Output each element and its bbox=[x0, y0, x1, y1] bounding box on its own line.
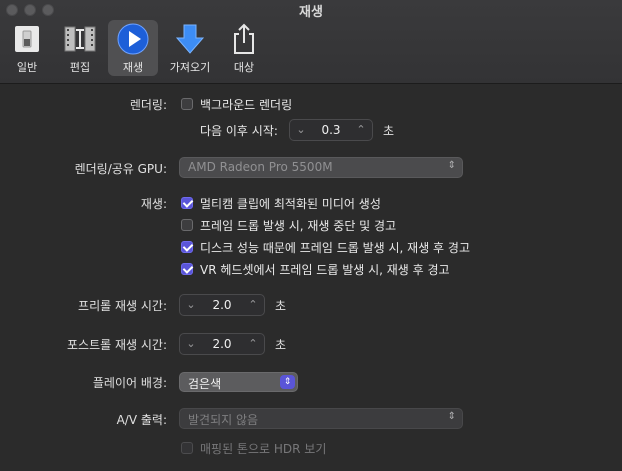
disk-drop-warn-checkbox[interactable] bbox=[181, 241, 193, 253]
increment-chevron-icon[interactable]: ⌃ bbox=[351, 120, 371, 140]
start-after-stepper[interactable]: ⌄ 0.3 ⌃ bbox=[289, 119, 373, 141]
increment-chevron-icon[interactable]: ⌃ bbox=[243, 334, 263, 354]
toolbar-destinations[interactable]: 대상 bbox=[219, 20, 269, 76]
postroll-stepper[interactable]: ⌄ 2.0 ⌃ bbox=[179, 333, 265, 355]
toolbar-destinations-label: 대상 bbox=[233, 61, 255, 74]
title-bar: 재생 일반 편집 재생 가져오기 대상 bbox=[0, 0, 622, 84]
preroll-value[interactable]: 2.0 bbox=[202, 295, 242, 315]
background-render-label: 백그라운드 렌더링 bbox=[200, 98, 293, 112]
share-icon bbox=[219, 22, 269, 58]
gpu-value: AMD Radeon Pro 5500M bbox=[188, 160, 333, 174]
av-output-popup[interactable]: 발견되지 않음 ⇕ bbox=[179, 408, 463, 429]
multicam-optimized-checkbox[interactable] bbox=[181, 197, 193, 209]
vr-drop-warn-label: VR 헤드셋에서 프레임 드롭 발생 시, 재생 후 경고 bbox=[200, 263, 450, 277]
preroll-label: 프리롤 재생 시간: bbox=[78, 299, 167, 313]
av-output-value: 발견되지 않음 bbox=[188, 413, 259, 427]
toolbar-playback[interactable]: 재생 bbox=[108, 20, 158, 76]
download-arrow-icon bbox=[165, 22, 215, 58]
player-background-value: 검은색 bbox=[188, 377, 222, 391]
player-background-popup[interactable]: 검은색 ⇕ bbox=[179, 372, 298, 392]
drop-frame-stop-checkbox[interactable] bbox=[181, 219, 193, 231]
preroll-unit: 초 bbox=[275, 299, 287, 313]
av-output-label: A/V 출력: bbox=[116, 413, 167, 427]
start-after-value[interactable]: 0.3 bbox=[312, 120, 350, 140]
updown-chevron-icon: ⇕ bbox=[280, 375, 295, 389]
preroll-stepper[interactable]: ⌄ 2.0 ⌃ bbox=[179, 294, 265, 316]
preferences-window: 재생 일반 편집 재생 가져오기 대상 렌더링: 백그라운드 렌더링 다음 이후… bbox=[0, 0, 622, 471]
increment-chevron-icon[interactable]: ⌃ bbox=[243, 295, 263, 315]
player-background-label: 플레이어 배경: bbox=[92, 376, 167, 390]
play-icon bbox=[108, 22, 158, 58]
gpu-label: 렌더링/공유 GPU: bbox=[74, 162, 167, 176]
switch-icon bbox=[2, 22, 52, 58]
background-render-checkbox[interactable] bbox=[181, 98, 193, 110]
window-title: 재생 bbox=[299, 5, 323, 20]
toolbar-playback-label: 재생 bbox=[122, 61, 144, 74]
postroll-label: 포스트롤 재생 시간: bbox=[67, 338, 167, 352]
toolbar-import[interactable]: 가져오기 bbox=[165, 20, 215, 76]
updown-chevron-icon: ⇕ bbox=[447, 160, 456, 171]
updown-chevron-icon: ⇕ bbox=[447, 411, 456, 422]
decrement-chevron-icon[interactable]: ⌄ bbox=[291, 120, 311, 140]
postroll-unit: 초 bbox=[275, 338, 287, 352]
decrement-chevron-icon[interactable]: ⌄ bbox=[181, 295, 201, 315]
start-after-unit: 초 bbox=[383, 124, 395, 138]
decrement-chevron-icon[interactable]: ⌄ bbox=[181, 334, 201, 354]
disk-drop-warn-label: 디스크 성능 때문에 프레임 드롭 발생 시, 재생 후 경고 bbox=[200, 241, 470, 255]
toolbar-editing[interactable]: 편집 bbox=[55, 20, 105, 76]
playback-label: 재생: bbox=[140, 197, 167, 211]
hdr-tone-mapping-checkbox[interactable] bbox=[181, 442, 193, 454]
postroll-value[interactable]: 2.0 bbox=[202, 334, 242, 354]
hdr-tone-mapping-label: 매핑된 톤으로 HDR 보기 bbox=[200, 442, 327, 456]
gpu-popup[interactable]: AMD Radeon Pro 5500M ⇕ bbox=[179, 157, 463, 178]
multicam-optimized-label: 멀티캠 클립에 최적화된 미디어 생성 bbox=[200, 197, 381, 211]
toolbar-import-label: 가져오기 bbox=[169, 61, 211, 74]
film-edit-icon bbox=[55, 22, 105, 58]
toolbar-general[interactable]: 일반 bbox=[2, 20, 52, 76]
vr-drop-warn-checkbox[interactable] bbox=[181, 263, 193, 275]
start-after-label: 다음 이후 시작: bbox=[200, 124, 278, 138]
drop-frame-stop-label: 프레임 드롭 발생 시, 재생 중단 및 경고 bbox=[200, 219, 397, 233]
rendering-label: 렌더링: bbox=[129, 98, 167, 112]
